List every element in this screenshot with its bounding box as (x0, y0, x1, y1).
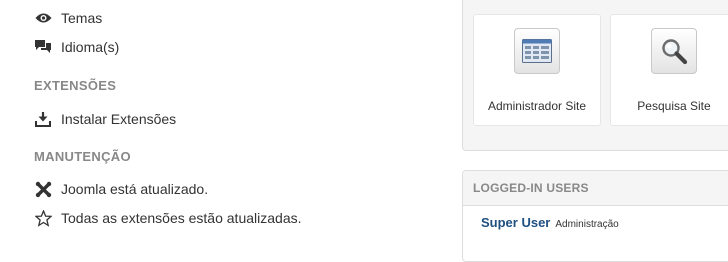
menu-item-joomla-status[interactable]: Joomla está atualizado. (34, 178, 208, 200)
menu-item-label: Todas as extensões estão atualizadas. (61, 210, 302, 226)
menu-item-idiomas[interactable]: Idioma(s) (34, 36, 119, 58)
user-row: Super User Administração (481, 215, 619, 230)
window-panel-icon (514, 28, 560, 74)
magnifier-icon (651, 28, 697, 74)
eye-icon (34, 9, 52, 27)
menu-item-instalar-extensoes[interactable]: Instalar Extensões (34, 108, 176, 130)
sidebar-menu: Temas Idioma(s) EXTENSÕES Instalar Exten… (0, 0, 455, 246)
menu-item-temas[interactable]: Temas (34, 7, 102, 29)
quick-icon-administrador-site[interactable]: Administrador Site (473, 14, 601, 126)
user-name-link[interactable]: Super User (481, 215, 550, 230)
star-icon (34, 209, 52, 227)
comments-icon (34, 38, 52, 56)
quick-icon-label: Administrador Site (487, 99, 587, 113)
quick-icons-panel: Administrador Site Pesquisa Site (462, 0, 728, 151)
section-heading-extensoes: EXTENSÕES (34, 78, 117, 93)
menu-item-extensions-status[interactable]: Todas as extensões estão atualizadas. (34, 207, 302, 229)
download-icon (34, 110, 52, 128)
user-role: Administração (555, 219, 619, 230)
section-heading-manutencao: MANUTENÇÃO (34, 149, 131, 164)
quick-icon-pesquisa-site[interactable]: Pesquisa Site (610, 14, 728, 126)
menu-item-label: Instalar Extensões (61, 111, 177, 127)
menu-item-label: Temas (61, 10, 103, 26)
quick-icon-label: Pesquisa Site (637, 99, 711, 113)
panel-heading: LOGGED-IN USERS (463, 171, 728, 206)
joomla-icon (34, 180, 52, 198)
menu-item-label: Idioma(s) (61, 39, 120, 55)
menu-item-label: Joomla está atualizado. (61, 181, 209, 197)
logged-in-users-panel: LOGGED-IN USERS Super User Administração (462, 170, 728, 262)
